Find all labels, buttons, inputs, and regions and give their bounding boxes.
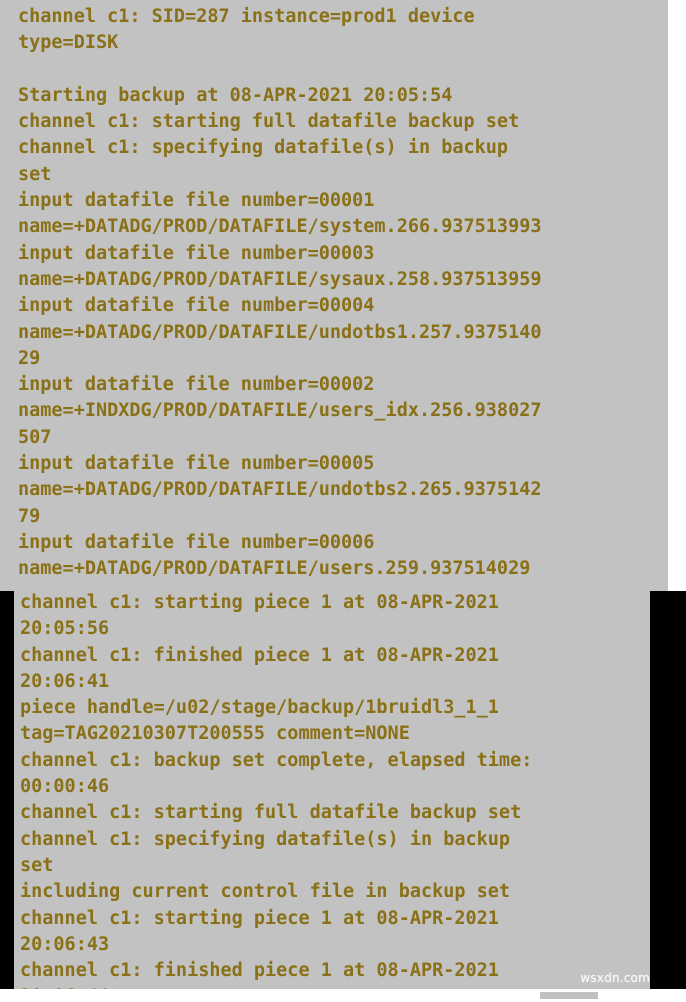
console-pane-bottom[interactable]: channel c1: starting piece 1 at 08-APR-2… (0, 591, 686, 1002)
bottom-strip (0, 989, 686, 1002)
bottom-strip-tab (540, 992, 598, 999)
console-pane-bottom-inner[interactable]: channel c1: starting piece 1 at 08-APR-2… (14, 591, 650, 1002)
screenshot-root: channel c1: SID=287 instance=prod1 devic… (0, 0, 686, 1002)
pane-right-gutter-top (668, 0, 686, 591)
console-pane-top[interactable]: channel c1: SID=287 instance=prod1 devic… (0, 0, 686, 591)
console-output-bottom: channel c1: starting piece 1 at 08-APR-2… (20, 592, 533, 1002)
site-watermark: wsxdn.com (580, 971, 650, 985)
console-output-top: channel c1: SID=287 instance=prod1 devic… (18, 6, 542, 580)
